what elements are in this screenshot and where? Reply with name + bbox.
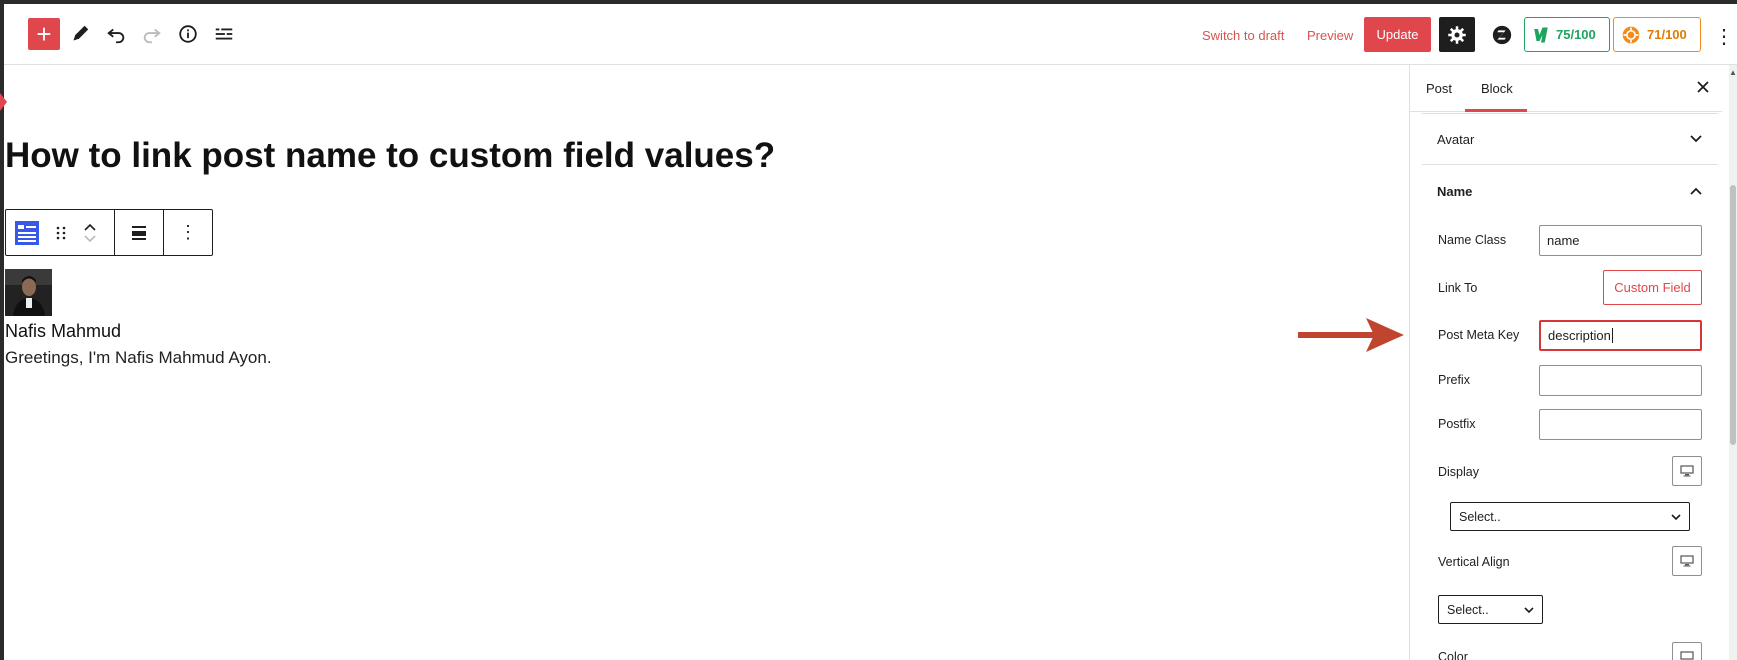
- vertical-align-select-value: Select..: [1447, 602, 1489, 617]
- switch-to-draft-link[interactable]: Switch to draft: [1202, 28, 1284, 43]
- post-meta-key-input[interactable]: description: [1539, 320, 1702, 351]
- zap-icon: [1492, 25, 1512, 44]
- readability-score-value: 71/100: [1647, 27, 1687, 42]
- info-icon: [179, 25, 197, 43]
- panel-name-title: Name: [1437, 183, 1473, 199]
- more-vertical-icon: ⋮: [1714, 25, 1734, 48]
- name-class-value: name: [1547, 233, 1580, 248]
- tab-block[interactable]: Block: [1481, 81, 1513, 96]
- vertical-align-label: Vertical Align: [1438, 555, 1510, 569]
- editor-window: + Switch to draft Preview Update 75/100 …: [0, 0, 1737, 660]
- block-insertion-marker: [0, 93, 7, 111]
- plus-icon: +: [36, 19, 52, 49]
- block-options-button[interactable]: ⋮: [164, 210, 212, 255]
- tab-post[interactable]: Post: [1426, 81, 1452, 96]
- rank-math-icon: [1534, 27, 1548, 42]
- postfix-input[interactable]: [1539, 409, 1702, 440]
- panel-avatar-title: Avatar: [1437, 131, 1475, 147]
- author-block-icon[interactable]: [15, 220, 39, 245]
- move-buttons: [83, 221, 97, 245]
- gear-icon: [1448, 25, 1466, 44]
- author-avatar: [5, 269, 52, 316]
- add-block-button[interactable]: +: [28, 18, 60, 50]
- seo-score-value: 75/100: [1556, 27, 1596, 42]
- sidebar-scroll-thumb[interactable]: [1730, 185, 1736, 445]
- undo-icon: [107, 28, 125, 44]
- tools-button[interactable]: [64, 18, 96, 50]
- zap-plugin-button[interactable]: [1484, 17, 1520, 52]
- post-meta-key-value: description: [1548, 328, 1611, 343]
- chevron-up-icon: [1690, 187, 1702, 195]
- post-title[interactable]: How to link post name to custom field va…: [5, 136, 775, 176]
- link-to-custom-field-button[interactable]: Custom Field: [1603, 270, 1702, 305]
- drag-handle-icon[interactable]: [53, 225, 69, 241]
- undo-button[interactable]: [100, 18, 132, 50]
- panel-name-toggle[interactable]: Name: [1422, 165, 1718, 217]
- editor-toolbar: + Switch to draft Preview Update 75/100 …: [4, 4, 1737, 65]
- redo-icon: [143, 28, 161, 44]
- panel-avatar-toggle[interactable]: Avatar: [1422, 113, 1718, 165]
- update-button[interactable]: Update: [1364, 17, 1431, 52]
- options-button[interactable]: ⋮: [1714, 24, 1734, 48]
- arrow-icon: [1298, 318, 1404, 352]
- seo-score-button[interactable]: 75/100: [1524, 17, 1610, 52]
- more-vertical-icon: ⋮: [179, 222, 197, 242]
- text-cursor: [1611, 328, 1613, 343]
- scroll-up-arrow[interactable]: ▲: [1729, 68, 1737, 77]
- seo-gear-icon: [1622, 26, 1640, 43]
- align-button[interactable]: [115, 210, 164, 255]
- post-meta-key-label: Post Meta Key: [1438, 328, 1520, 342]
- close-sidebar-button[interactable]: [1693, 77, 1713, 97]
- details-button[interactable]: [172, 18, 204, 50]
- list-view-icon: [215, 28, 233, 40]
- display-select[interactable]: Select..: [1450, 502, 1690, 531]
- author-name[interactable]: Nafis Mahmud: [5, 321, 121, 342]
- move-up-icon[interactable]: [83, 221, 97, 233]
- author-description[interactable]: Greetings, I'm Nafis Mahmud Ayon.: [5, 348, 272, 368]
- desktop-icon: [1680, 465, 1694, 477]
- link-to-label: Link To: [1438, 281, 1478, 295]
- sidebar-tabs: Post Block: [1410, 65, 1722, 112]
- close-icon: [1697, 81, 1709, 93]
- pencil-icon: [73, 25, 89, 41]
- list-view-button[interactable]: [208, 18, 240, 50]
- block-toolbar: ⋮: [5, 209, 213, 256]
- display-select-value: Select..: [1459, 509, 1501, 524]
- settings-sidebar: Post Block Avatar Name Name Class name L…: [1409, 65, 1737, 660]
- chevron-down-icon: [1524, 606, 1534, 613]
- chevron-down-icon: [1690, 135, 1702, 143]
- vertical-align-select[interactable]: Select..: [1438, 595, 1543, 624]
- color-label: Color: [1438, 650, 1468, 660]
- preview-link[interactable]: Preview: [1307, 28, 1353, 43]
- align-center-icon: [132, 225, 146, 240]
- move-down-icon[interactable]: [83, 233, 97, 245]
- display-label: Display: [1438, 465, 1479, 479]
- postfix-label: Postfix: [1438, 417, 1476, 431]
- color-device-button[interactable]: [1672, 642, 1702, 660]
- name-class-input[interactable]: name: [1539, 225, 1702, 256]
- block-type-group: [6, 210, 115, 255]
- desktop-icon: [1680, 555, 1694, 567]
- active-tab-indicator: [1465, 109, 1527, 112]
- prefix-input[interactable]: [1539, 365, 1702, 396]
- display-device-button[interactable]: [1672, 456, 1702, 486]
- vertical-align-device-button[interactable]: [1672, 546, 1702, 576]
- name-class-label: Name Class: [1438, 233, 1507, 247]
- prefix-label: Prefix: [1438, 373, 1470, 387]
- readability-score-button[interactable]: 71/100: [1613, 17, 1701, 52]
- chevron-down-icon: [1671, 513, 1681, 520]
- desktop-icon: [1680, 651, 1694, 660]
- redo-button[interactable]: [136, 18, 168, 50]
- settings-button[interactable]: [1439, 17, 1475, 52]
